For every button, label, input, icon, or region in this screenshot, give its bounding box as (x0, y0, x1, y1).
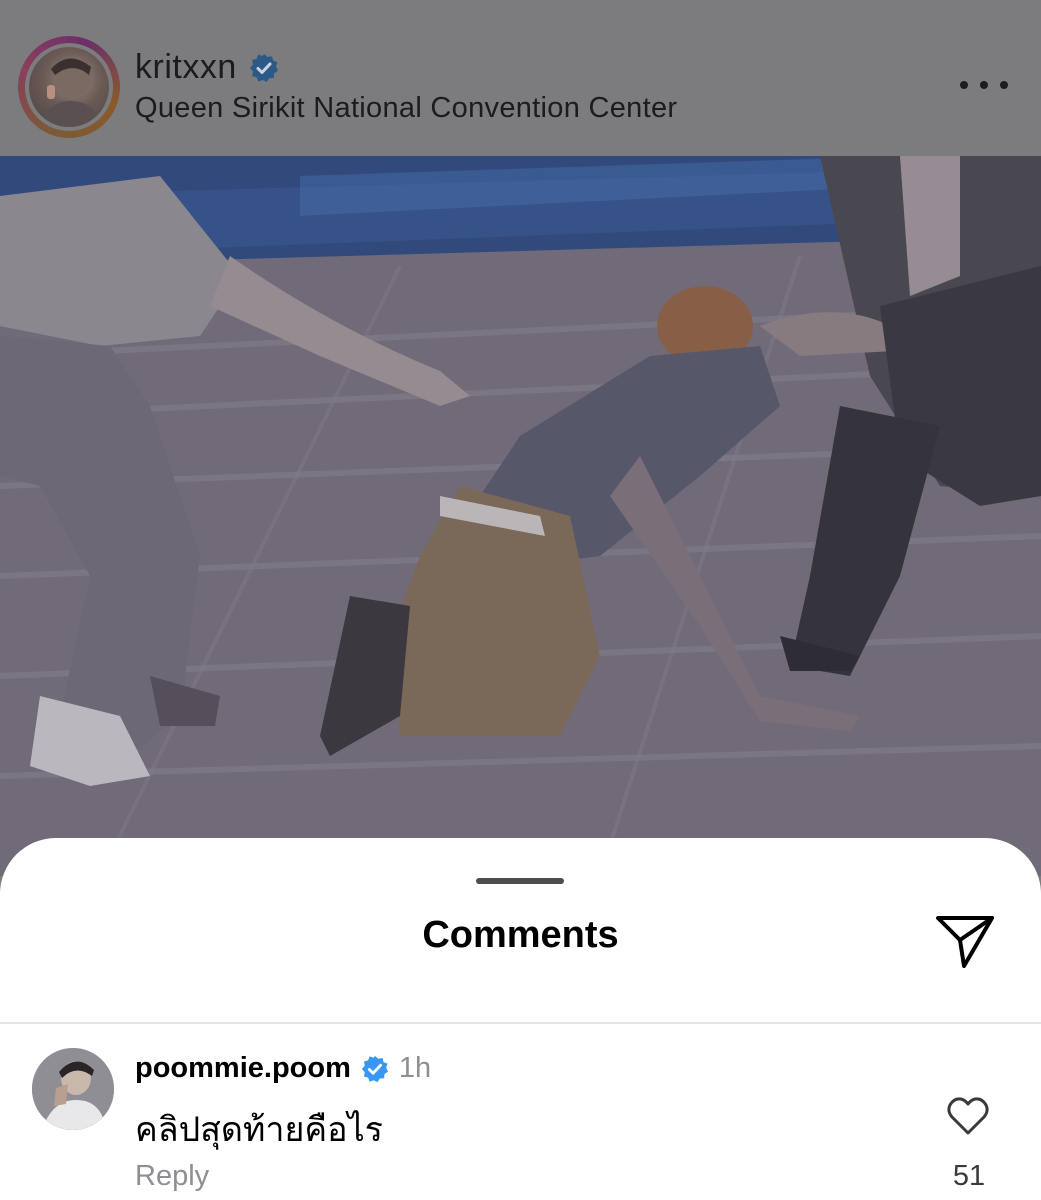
post-username[interactable]: kritxxn (135, 48, 237, 87)
post-location[interactable]: Queen Sirikit National Convention Center (135, 92, 677, 125)
commenter-portrait-icon (32, 1048, 114, 1130)
comment-timestamp: 1h (398, 1052, 432, 1084)
story-avatar-ring[interactable] (18, 36, 120, 138)
heart-icon[interactable] (946, 1096, 990, 1136)
verified-badge-icon (361, 1055, 388, 1082)
divider (0, 1022, 1041, 1024)
post-photo[interactable] (0, 156, 1041, 876)
avatar (29, 47, 109, 127)
post-header: kritxxn Queen Sirikit National Conventio… (0, 0, 1041, 156)
like-count: 51 (952, 1160, 986, 1192)
sheet-title: Comments (422, 914, 619, 956)
comment-text: คลิปสุดท้ายคือไร (135, 1111, 383, 1149)
comment-header: poommie.poom 1h (135, 1052, 431, 1085)
comments-sheet: Comments poommie.poom 1h คลิปสุดท้ายคือไ… (0, 838, 1041, 1200)
stage-performance-photo (0, 156, 1041, 876)
sheet-grabber[interactable] (476, 878, 564, 884)
instagram-post-comments-screen: kritxxn Queen Sirikit National Conventio… (0, 0, 1041, 1200)
comment-avatar[interactable] (32, 1048, 114, 1130)
reply-button[interactable]: Reply (135, 1160, 209, 1193)
more-options-icon[interactable] (960, 70, 1008, 100)
verified-badge-icon (249, 53, 278, 82)
avatar-portrait-icon (39, 57, 101, 127)
post-username-row: kritxxn (135, 48, 279, 87)
send-paper-plane-icon[interactable] (934, 912, 996, 970)
comment-username[interactable]: poommie.poom (135, 1052, 351, 1085)
